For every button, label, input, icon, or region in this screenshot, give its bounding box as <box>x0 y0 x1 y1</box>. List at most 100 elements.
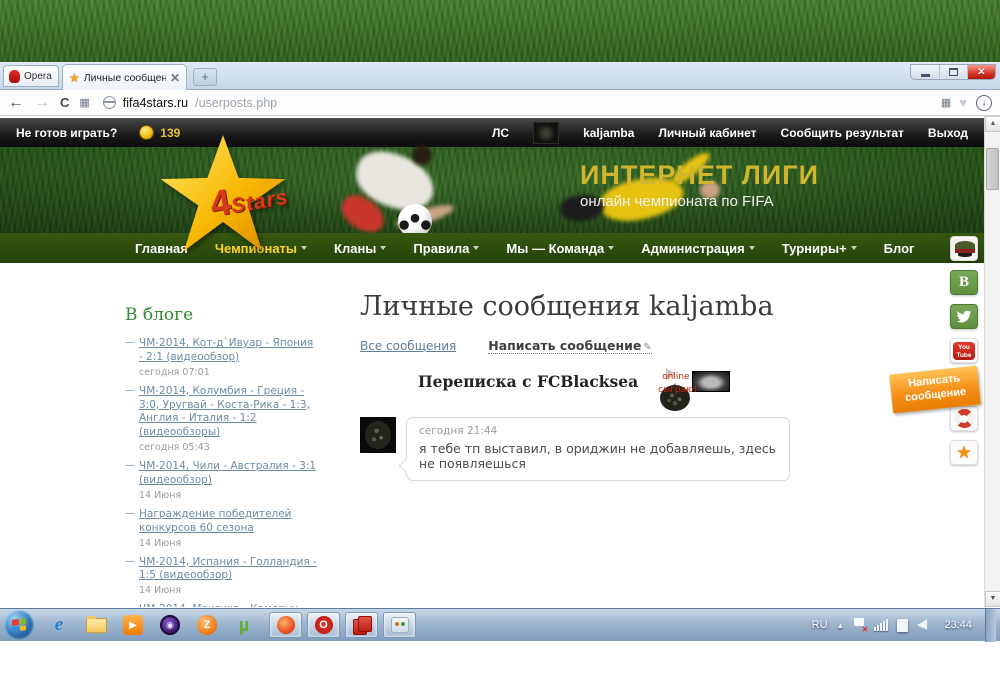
back-button[interactable]: ← <box>8 94 24 112</box>
star-bookmark-icon[interactable]: ★ <box>950 440 978 465</box>
conversation-header: Переписка с FCBlacksea online сыграю! <box>360 368 790 395</box>
messages-main: Личные сообщения kaljamba Все сообщения … <box>360 291 790 481</box>
reload-button[interactable]: C <box>60 95 69 110</box>
address-bar[interactable]: fifa4stars.ru/userposts.php <box>99 96 931 110</box>
forward-button[interactable]: → <box>34 94 50 112</box>
blog-sidebar: В блоге ЧМ-2014, Кот-д`Ивуар - Япония - … <box>125 305 317 607</box>
blog-post-link[interactable]: Награждение победителей конкурсов 60 сез… <box>139 508 317 536</box>
menu-item-championships[interactable]: Чемпионаты <box>215 241 308 256</box>
windows-taskbar: e ▶ ◉ Z µ O RU ▲ 23:44 <box>0 608 1000 642</box>
running-apps: O <box>269 612 416 638</box>
windows-logo-icon <box>12 618 26 632</box>
taskbar-app-opera[interactable]: O <box>307 612 340 638</box>
desktop: Opera ★ Личные сообщения kalja ✕ + ✕ ← →… <box>0 0 1000 700</box>
site-banner: 4Stars ИНТЕРНЕТ ЛИГИ онлайн чемпионата п… <box>0 135 984 251</box>
tab-close-icon[interactable]: ✕ <box>170 71 180 85</box>
menu-item-home[interactable]: Главная <box>135 241 188 256</box>
menu-item-administration[interactable]: Администрация <box>641 241 755 256</box>
conversation-title: Переписка с FCBlacksea <box>418 372 639 391</box>
youtube-icon[interactable]: You Tube <box>950 338 978 363</box>
message-actions: Все сообщения Написать сообщение ✎ <box>360 338 790 354</box>
logout-link[interactable]: Выход <box>928 126 968 140</box>
blog-post-date: 14 Июня <box>139 537 182 549</box>
user-avatar[interactable] <box>533 121 560 144</box>
orange-app-icon[interactable]: Z <box>196 614 218 636</box>
blog-post-date: 14 Июня <box>139 489 182 501</box>
address-bar-actions: ▦ ♥ ↓ <box>941 94 992 111</box>
browser-tab[interactable]: ★ Личные сообщения kalja ✕ <box>62 64 187 90</box>
utorrent-icon[interactable]: µ <box>233 614 255 636</box>
internet-explorer-icon[interactable]: e <box>48 614 70 636</box>
sender-avatar[interactable] <box>360 417 396 453</box>
new-tab-button[interactable]: + <box>193 68 217 86</box>
twitter-icon[interactable] <box>950 304 978 329</box>
blog-post-link[interactable]: ЧМ-2014, Мексика - Камерун - 1:0 (видеоо… <box>139 603 317 607</box>
chevron-down-icon <box>850 245 857 250</box>
windows-update-icon[interactable] <box>897 618 909 632</box>
write-message-link[interactable]: Написать сообщение ✎ <box>488 338 652 354</box>
pencil-icon: ✎ <box>643 342 652 353</box>
chevron-down-icon <box>748 245 755 250</box>
blog-post-date: 14 Июня <box>139 585 182 597</box>
vertical-scrollbar[interactable]: ▲ ▼ <box>984 116 1000 607</box>
url-path: /userposts.php <box>195 95 278 110</box>
action-center-flag-icon[interactable] <box>853 618 868 634</box>
blog-post-link[interactable]: ЧМ-2014, Колумбия - Греция - 3:0, Уругва… <box>139 385 317 440</box>
blog-post-link[interactable]: ЧМ-2014, Чили - Австралия - 3:1 (видеооб… <box>139 460 317 488</box>
taskbar-app-messenger[interactable] <box>383 612 416 638</box>
blog-post-date: сегодня 05:43 <box>139 442 210 454</box>
menu-item-team[interactable]: Мы — Команда <box>506 241 615 256</box>
show-desktop-button[interactable] <box>985 608 996 642</box>
list-item: ЧМ-2014, Колумбия - Греция - 3:0, Уругва… <box>125 385 317 453</box>
scroll-up-button[interactable]: ▲ <box>985 116 1000 132</box>
vk-icon[interactable]: В <box>950 270 978 295</box>
own-avatar[interactable] <box>692 371 731 392</box>
blog-post-link[interactable]: ЧМ-2014, Испания - Голландия - 1:5 (виде… <box>139 556 317 584</box>
extensions-icon[interactable]: ▦ <box>941 96 951 109</box>
tray-expand-icon[interactable]: ▲ <box>837 621 845 630</box>
all-messages-link[interactable]: Все сообщения <box>360 339 456 353</box>
media-center-icon[interactable]: ◉ <box>159 614 181 636</box>
taskbar-app-pages[interactable] <box>345 612 378 638</box>
cabinet-link[interactable]: Личный кабинет <box>658 126 756 140</box>
list-item: Награждение победителей конкурсов 60 сез… <box>125 508 317 549</box>
network-signal-icon[interactable] <box>874 619 889 631</box>
username-label[interactable]: kaljamba <box>583 126 634 140</box>
banner-subtitle: онлайн чемпионата по FIFA <box>580 193 774 210</box>
maximize-button[interactable] <box>939 65 967 79</box>
opera-menu-button[interactable]: Opera <box>3 65 59 87</box>
scrollbar-thumb[interactable] <box>986 148 999 190</box>
menu-item-clans[interactable]: Кланы <box>334 241 387 256</box>
url-host: fifa4stars.ru <box>122 95 189 110</box>
blog-post-link[interactable]: ЧМ-2014, Кот-д`Ивуар - Япония - 2:1 (вид… <box>139 337 317 365</box>
pinned-icons: e ▶ ◉ Z µ <box>48 614 255 636</box>
coin-balance: 139 <box>160 125 181 140</box>
clock[interactable]: 23:44 <box>944 619 972 631</box>
window-controls: ✕ <box>910 64 996 80</box>
downloads-button[interactable]: ↓ <box>976 94 992 111</box>
taskbar-app-fire[interactable] <box>269 612 302 638</box>
military-cap-icon[interactable] <box>950 236 978 261</box>
start-button[interactable] <box>4 610 34 640</box>
menu-item-tournaments[interactable]: Турниры+ <box>782 241 857 256</box>
list-item: ЧМ-2014, Мексика - Камерун - 1:0 (видеоо… <box>125 603 317 607</box>
menu-item-blog[interactable]: Блог <box>884 241 915 256</box>
browser-toolbar: ← → C ▦ fifa4stars.ru/userposts.php ▦ ♥ … <box>0 90 1000 116</box>
folder-icon[interactable] <box>85 614 107 636</box>
media-player-icon[interactable]: ▶ <box>122 614 144 636</box>
menu-item-rules[interactable]: Правила <box>413 241 480 256</box>
bookmark-heart-icon[interactable]: ♥ <box>959 95 967 110</box>
minimize-button[interactable] <box>911 65 939 79</box>
scroll-down-button[interactable]: ▼ <box>985 591 1000 607</box>
speed-dial-icon[interactable]: ▦ <box>79 96 89 109</box>
report-result-link[interactable]: Сообщить результат <box>781 126 904 140</box>
whistle-icon[interactable] <box>950 406 978 431</box>
list-item: ЧМ-2014, Чили - Австралия - 3:1 (видеооб… <box>125 460 317 501</box>
not-ready-link[interactable]: Не готов играть? <box>16 126 117 140</box>
volume-icon[interactable] <box>917 619 931 631</box>
language-indicator[interactable]: RU <box>812 619 828 631</box>
private-messages-link[interactable]: ЛС <box>492 126 509 140</box>
close-button[interactable]: ✕ <box>967 65 995 79</box>
logo-text: 4Stars <box>206 180 290 225</box>
main-menu: Главная Чемпионаты Кланы Правила Мы — Ко… <box>0 233 984 263</box>
